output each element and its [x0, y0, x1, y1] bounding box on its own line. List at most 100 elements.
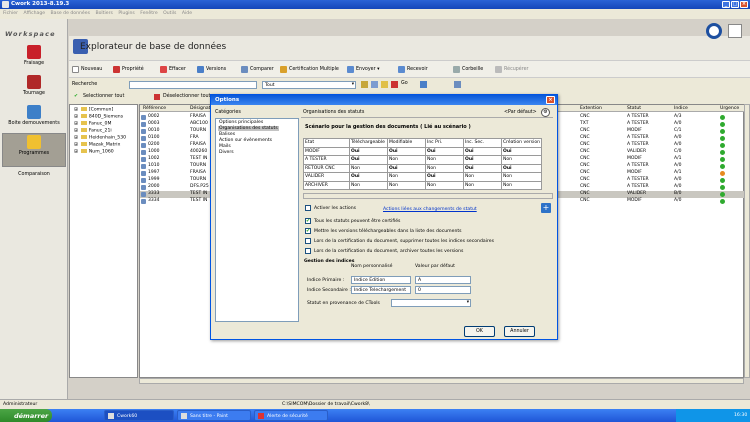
- menu-aide[interactable]: Aide: [182, 11, 192, 16]
- category-action-evenements[interactable]: Action sur évènements: [218, 138, 273, 143]
- tree-item[interactable]: ⊞ [Commun]: [74, 107, 113, 113]
- gear-icon[interactable]: ⚙: [541, 108, 550, 117]
- ok-button[interactable]: OK: [464, 326, 495, 337]
- start-button[interactable]: démarrer: [0, 409, 52, 422]
- recevoir-button[interactable]: Recevoir: [398, 64, 428, 76]
- check-icon: ✔: [74, 94, 79, 99]
- nouveau-button[interactable]: Nouveau: [72, 64, 102, 76]
- col-extension[interactable]: Extention: [580, 106, 602, 111]
- propriete-button[interactable]: Propriété: [113, 64, 144, 76]
- envoyer-button[interactable]: Envoyer ▾: [347, 64, 380, 76]
- settings-icon[interactable]: [454, 81, 461, 88]
- menu-fenetre[interactable]: Fenêtre: [140, 11, 157, 16]
- dialog-close-button[interactable]: ×: [546, 96, 555, 104]
- versions-button[interactable]: Versions: [197, 64, 226, 76]
- machine-icon: [27, 105, 41, 119]
- indice-primaire-val-input[interactable]: A: [415, 276, 471, 284]
- go-button[interactable]: Go: [401, 81, 417, 89]
- table-row[interactable]: VALIDER Oui Non Oui Non Non: [303, 172, 542, 182]
- task-paint[interactable]: Sans titre - Paint: [177, 410, 251, 421]
- vertical-scrollbar[interactable]: [744, 104, 750, 378]
- sidebar-item-tournage[interactable]: Tournage: [2, 74, 66, 108]
- effacer-button[interactable]: Effacer: [160, 64, 186, 76]
- annuler-button[interactable]: Annuler: [504, 326, 535, 337]
- filter-icon[interactable]: [361, 81, 368, 88]
- table-row[interactable]: ARCHIVER Non Non Non Non Non: [303, 180, 542, 190]
- menu-affichage[interactable]: Affichage: [23, 11, 45, 16]
- cell-statut: MODIF: [627, 198, 642, 203]
- col-urgence[interactable]: Urgence: [720, 106, 739, 111]
- sidebar-item-comparaison[interactable]: Comparaison: [2, 172, 66, 184]
- milling-icon: [27, 45, 41, 59]
- option-label-4: Lors de la certification du document, ar…: [314, 249, 464, 254]
- maximize-button[interactable]: □: [731, 1, 739, 8]
- statut-provenance-select[interactable]: ▾: [391, 299, 471, 307]
- option-checkbox-1[interactable]: ✔: [305, 218, 311, 224]
- info-icon[interactable]: [420, 81, 427, 88]
- search-input[interactable]: [129, 81, 257, 89]
- tree-item[interactable]: ⊞ Fanuc_0M: [74, 121, 111, 127]
- close-button[interactable]: ×: [740, 1, 748, 8]
- task-alert[interactable]: Alerte de sécurité: [254, 410, 328, 421]
- categories-list: Options principales Organisations des st…: [215, 118, 299, 322]
- tree-item[interactable]: ⊞ Num_1060: [74, 149, 114, 155]
- cell-ext: CNC: [580, 128, 590, 133]
- indice-primaire-nom-input[interactable]: Indice Edition: [351, 276, 411, 284]
- col-indice[interactable]: Indice: [674, 106, 688, 111]
- main-toolbar: Nouveau Propriété Effacer Versions Compa…: [69, 60, 750, 78]
- binoculars-icon[interactable]: [381, 81, 388, 88]
- tree-item[interactable]: ⊞ Heidenhain_530: [74, 135, 126, 141]
- comparer-button[interactable]: Comparer: [241, 64, 274, 76]
- sidebar-item-programmes[interactable]: Programmes: [2, 133, 66, 167]
- table-scrollbar[interactable]: [303, 193, 553, 199]
- corbeille-button[interactable]: Corbeille: [453, 64, 483, 76]
- table-row[interactable]: RETOUR CNC Non Oui Non Oui Oui: [303, 163, 542, 173]
- horizontal-scrollbar[interactable]: [139, 378, 744, 384]
- clear-filter-icon[interactable]: [391, 81, 398, 88]
- col-reference[interactable]: Référence: [143, 106, 166, 111]
- table-row[interactable]: A TESTER Oui Non Non Oui Non: [303, 155, 542, 165]
- task-cwork[interactable]: Cwork60: [104, 410, 174, 421]
- sidebar-item-fraisage[interactable]: Fraisage: [2, 44, 66, 78]
- indice-secondaire-val-input[interactable]: 0: [415, 286, 471, 294]
- cell-ext: CNC: [580, 177, 590, 182]
- category-divers[interactable]: Divers: [218, 150, 235, 155]
- category-mails[interactable]: Mails: [218, 144, 232, 149]
- tree-item[interactable]: ⊞ Fanuc_21i: [74, 128, 112, 134]
- option-checkbox-4[interactable]: [305, 248, 311, 254]
- urgence-status-icon: [720, 115, 725, 120]
- option-checkbox-2[interactable]: ✔: [305, 228, 311, 234]
- menu-boitiers[interactable]: Boîtiers: [95, 11, 112, 16]
- category-balises[interactable]: Balises: [218, 132, 236, 137]
- urgence-status-icon: [720, 171, 725, 176]
- deselect-all-button[interactable]: Déselectionner tout: [154, 94, 210, 100]
- add-icon[interactable]: +: [541, 203, 551, 213]
- minimize-button[interactable]: _: [722, 1, 730, 8]
- certification-multiple-button[interactable]: Certification Multiple: [280, 64, 339, 76]
- help-icon[interactable]: [728, 24, 742, 38]
- cell-statut: A TESTER: [627, 121, 649, 126]
- table-row[interactable]: MODIF Oui Oui Oui Oui Oui: [303, 146, 542, 156]
- tree-item[interactable]: ⊞ Mazak_Matrix: [74, 142, 120, 148]
- filter-select[interactable]: Tout ▾: [262, 81, 356, 89]
- select-all-button[interactable]: ✔ Selectionner tout: [74, 94, 124, 99]
- tree-item[interactable]: ⊞ 840D_Siemens: [74, 114, 123, 120]
- category-options-principales[interactable]: Options principales: [218, 120, 264, 125]
- menu-plugins[interactable]: Plugins: [118, 11, 134, 16]
- turning-icon: [27, 75, 41, 89]
- option-checkbox-3[interactable]: [305, 238, 311, 244]
- search-options-icon[interactable]: [371, 81, 378, 88]
- cell-ref: 0003: [148, 121, 160, 126]
- menu-fichier[interactable]: Fichier: [3, 11, 18, 16]
- indice-secondaire-nom-input[interactable]: Indice Telechargement: [351, 286, 411, 294]
- category-organisations-statuts[interactable]: Organisations des statuts: [218, 126, 279, 131]
- col-designation[interactable]: Désignati: [190, 106, 212, 111]
- menu-outils[interactable]: Outils: [163, 11, 176, 16]
- ctools-icon[interactable]: [706, 23, 722, 39]
- cell-des: TOURN: [190, 128, 207, 133]
- activer-actions-checkbox[interactable]: [305, 205, 311, 211]
- menu-base-de-donnees[interactable]: Base de données: [51, 11, 90, 16]
- col-statut[interactable]: Statut: [627, 106, 641, 111]
- actions-link[interactable]: Actions liées aux changements de statut: [383, 207, 477, 212]
- recuperer-button[interactable]: Récupérer: [495, 64, 529, 76]
